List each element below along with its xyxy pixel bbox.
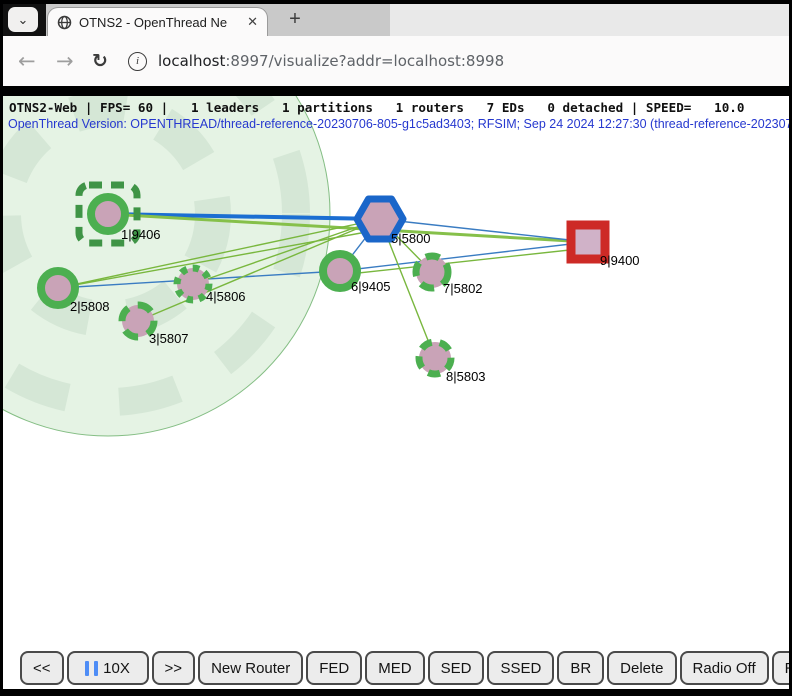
node-label: 7|5802: [443, 281, 483, 296]
btn-fed[interactable]: FED: [306, 651, 362, 685]
btn-label: SED: [441, 660, 472, 677]
address-bar: ← → ↻ i localhost:8997/visualize?addr=lo…: [0, 36, 792, 86]
simulator-status-line: OTNS2-Web | FPS= 60 | 1 leaders 1 partit…: [9, 100, 744, 115]
node-7[interactable]: 7|5802: [416, 256, 483, 296]
network-canvas[interactable]: 1|9406 2|5808 3|5807 4|5806 5|5800 6|9405 7|58…: [0, 96, 792, 647]
node-body: [91, 197, 125, 231]
tab-title: OTNS2 - OpenThread Ne: [79, 15, 240, 30]
site-info-icon[interactable]: i: [128, 36, 147, 86]
tab-close-icon[interactable]: ✕: [247, 14, 258, 30]
node-9[interactable]: 9|9400: [571, 225, 640, 268]
pause-icon: [94, 661, 98, 676]
btn-label: Radio Off: [693, 660, 756, 677]
reload-button-icon[interactable]: ↻: [92, 36, 108, 86]
node-label: 9|9400: [600, 253, 640, 268]
network-svg: 1|9406 2|5808 3|5807 4|5806 5|5800 6|9405 7|58…: [0, 96, 792, 647]
node-label: 2|5808: [70, 299, 110, 314]
node-label: 8|5803: [446, 369, 486, 384]
btn-br[interactable]: BR: [557, 651, 604, 685]
back-button-icon[interactable]: ←: [18, 36, 36, 86]
node-label: 4|5806: [206, 289, 246, 304]
btn-speed-up[interactable]: >>: [152, 651, 196, 685]
btn-med[interactable]: MED: [365, 651, 424, 685]
url-path: :8997/visualize?addr=localhost:8998: [225, 52, 504, 70]
url-field[interactable]: localhost:8997/visualize?addr=localhost:…: [158, 36, 504, 86]
browser-tab[interactable]: OTNS2 - OpenThread Ne ✕: [47, 7, 268, 36]
btn-sed[interactable]: SED: [428, 651, 485, 685]
node-label: 5|5800: [391, 231, 431, 246]
btn-label: New Router: [211, 660, 290, 677]
link-6-9: [340, 248, 588, 275]
node-label: 3|5807: [149, 331, 189, 346]
node-5[interactable]: 5|5800: [357, 199, 431, 246]
btn-ssed[interactable]: SSED: [487, 651, 554, 685]
node-6[interactable]: 6|9405: [323, 254, 391, 294]
tab-search-button[interactable]: ⌄: [8, 7, 38, 32]
new-tab-button[interactable]: +: [284, 8, 306, 30]
btn-speed[interactable]: 10X: [67, 651, 149, 685]
url-host: localhost: [158, 52, 225, 70]
btn-new-router[interactable]: New Router: [198, 651, 303, 685]
node-label: 1|9406: [121, 227, 161, 242]
window-left-border: [0, 0, 3, 696]
action-toolbar: << 10X >> New Router FED MED SED SSED BR Delete Ra…: [0, 647, 792, 689]
pause-icon: [85, 661, 89, 676]
link-6-9: [340, 242, 588, 271]
btn-label: 10X: [103, 660, 130, 677]
btn-label: MED: [378, 660, 411, 677]
btn-label: SSED: [500, 660, 541, 677]
btn-radio-off[interactable]: Radio Off: [680, 651, 769, 685]
globe-favicon-icon: [57, 15, 72, 30]
window-bottom-border: [0, 689, 792, 696]
node-body: [177, 268, 209, 300]
browser-titlebar: ⌄ OTNS2 - OpenThread Ne ✕ +: [0, 0, 792, 36]
chrome-page-separator: [0, 86, 792, 96]
btn-label: FED: [319, 660, 349, 677]
btn-label: BR: [570, 660, 591, 677]
btn-label: Delete: [620, 660, 663, 677]
btn-speed-down[interactable]: <<: [20, 651, 64, 685]
btn-label: <<: [33, 660, 51, 677]
openthread-version-line: OpenThread Version: OPENTHREAD/thread-re…: [8, 117, 792, 131]
node-8[interactable]: 8|5803: [419, 342, 486, 384]
forward-button-icon[interactable]: →: [56, 36, 74, 86]
node-label: 6|9405: [351, 279, 391, 294]
window-top-border: [0, 0, 792, 4]
btn-delete[interactable]: Delete: [607, 651, 676, 685]
btn-label: >>: [165, 660, 183, 677]
